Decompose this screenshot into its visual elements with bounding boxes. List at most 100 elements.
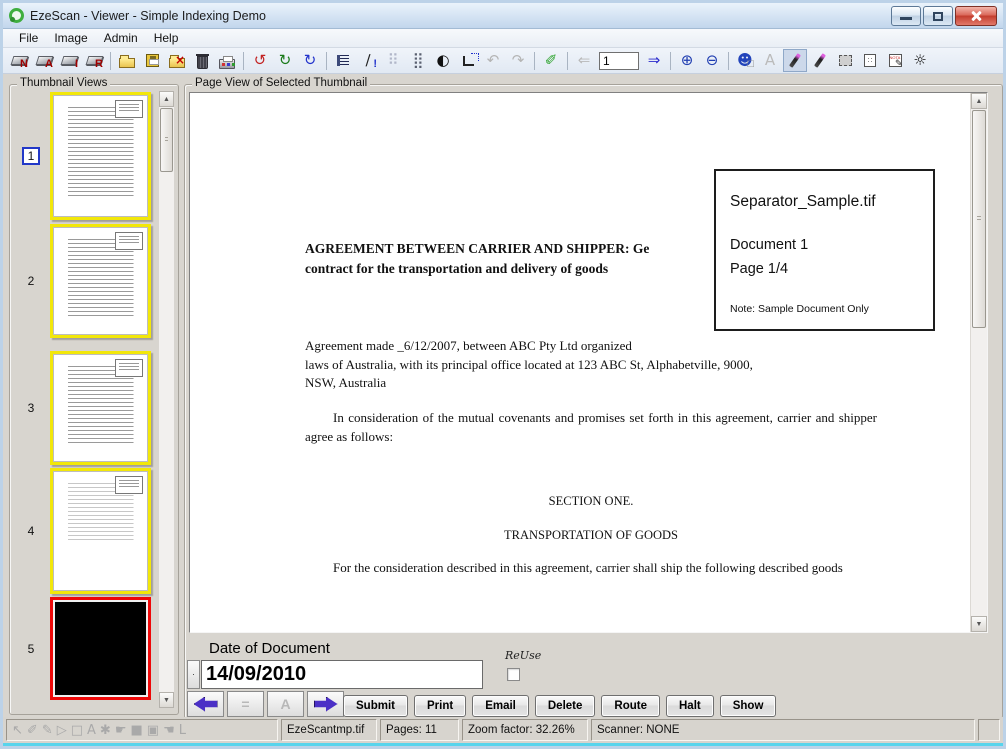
page-scroll-down-icon[interactable]: ▼ (971, 616, 987, 632)
field-nav-buttons: =A (187, 691, 344, 717)
note-button[interactable] (858, 49, 882, 72)
thumbnail-3[interactable] (50, 351, 151, 465)
thumbnail-scrollbar[interactable]: ▲ ▼ (158, 90, 175, 709)
thumbnail-scrollbar-thumb[interactable] (160, 108, 173, 172)
text-annotation-icon: A (765, 53, 775, 68)
toolbar-separator (567, 52, 568, 70)
email-button[interactable]: Email (472, 695, 529, 717)
delete-page-button[interactable] (165, 49, 189, 72)
save-file-button[interactable] (140, 49, 164, 72)
page-scrollbar-thumb[interactable] (972, 110, 986, 328)
barcode-zones-button[interactable] (331, 49, 355, 72)
zoom-in-button[interactable]: ⊕ (675, 49, 699, 72)
thumbnail-content (62, 107, 140, 207)
menu-bar: File Image Admin Help (3, 29, 1003, 48)
invert-colors-button[interactable]: ◐ (431, 49, 455, 72)
scan-insert-button[interactable]: I (57, 49, 81, 72)
thumbnail-panel-title: Thumbnail Views (17, 77, 110, 89)
document-paragraph-2: In consideration of the mutual covenants… (305, 409, 877, 446)
print-button[interactable]: Print (414, 695, 466, 717)
scroll-up-icon[interactable]: ▲ (159, 91, 174, 107)
page-scrollbar[interactable]: ▲ ▼ (970, 93, 987, 632)
stamp-icon: ✱ (100, 723, 111, 738)
print-document-icon (219, 59, 235, 69)
page-number-input[interactable] (599, 52, 639, 70)
annotation-tool-tray: ↖✐✎▷□A✱☛■▣☚L (6, 719, 278, 741)
brightness-contrast-button[interactable]: ☼ (908, 49, 932, 72)
menu-file[interactable]: File (11, 30, 46, 46)
annotation-user-button[interactable]: ☻□ (733, 49, 757, 72)
status-filename: EzeScantmp.tif (281, 719, 377, 741)
document-heading: AGREEMENT BETWEEN CARRIER AND SHIPPER: G… (305, 239, 735, 279)
route-button[interactable]: Route (601, 695, 660, 717)
marker-black-button[interactable] (783, 49, 807, 72)
marker-white-button[interactable] (808, 49, 832, 72)
despeckle-light-button[interactable]: ⠿ (381, 49, 405, 72)
scan-new-button[interactable]: N (7, 49, 31, 72)
next-field-button[interactable] (307, 691, 344, 717)
scan-replace-overlay-icon: R (95, 59, 103, 70)
reuse-checkbox[interactable] (507, 668, 520, 681)
print-document-button[interactable] (215, 49, 239, 72)
thumbnail-2[interactable] (50, 224, 151, 338)
menu-image[interactable]: Image (46, 30, 95, 46)
cursor-icon: ↖ (12, 723, 23, 738)
submit-button[interactable]: Submit (343, 695, 408, 717)
date-field-label: Date of Document (209, 640, 330, 657)
next-page-button[interactable]: ⇒ (642, 49, 666, 72)
date-field-options-button[interactable]: · (187, 660, 200, 689)
crop-button[interactable] (456, 49, 480, 72)
select-region-button[interactable] (833, 49, 857, 72)
show-button[interactable]: Show (720, 695, 777, 717)
scan-append-button[interactable]: A (32, 49, 56, 72)
highlighter-button[interactable]: ✐ (539, 49, 563, 72)
menu-help[interactable]: Help (146, 30, 187, 46)
thumbnail-number-cell: 1 (12, 147, 50, 165)
thumbnail-row-1: 1 (12, 92, 158, 220)
brightness-contrast-icon: ☼ (913, 53, 926, 68)
thumbnail-5[interactable] (50, 597, 151, 700)
thumbnail-number-cell: 4 (12, 524, 50, 538)
action-buttons: Submit Print Email DeleteRoute Halt Show (343, 695, 776, 717)
delete-document-button[interactable] (190, 49, 214, 72)
zoom-in-icon: ⊕ (681, 53, 694, 68)
open-file-button[interactable] (115, 49, 139, 72)
maximize-button[interactable] (923, 6, 953, 26)
menu-admin[interactable]: Admin (96, 30, 146, 46)
rotate-right-icon: ↻ (279, 53, 292, 68)
thumbnail-separator-box (115, 359, 143, 377)
thumbnail-1[interactable] (50, 92, 151, 220)
separator-page: Page 1/4 (730, 261, 788, 277)
document-paragraph-3: For the consideration described in this … (305, 559, 877, 578)
thumbnail-number-3: 3 (28, 401, 35, 415)
filled-box-dot-icon: ▣ (147, 723, 159, 738)
previous-page-button: ⇐ (572, 49, 596, 72)
rotate-180-button[interactable]: ↻ (298, 49, 322, 72)
previous-field-button[interactable] (187, 691, 224, 717)
date-field-input[interactable] (201, 660, 483, 689)
line-tool-icon: L (179, 723, 186, 738)
scroll-down-icon[interactable]: ▼ (159, 692, 174, 708)
text-note-icon: A (87, 723, 96, 738)
thumbnail-4[interactable] (50, 468, 151, 594)
undo-button: ↶ (481, 49, 505, 72)
rotate-right-button[interactable]: ↻ (273, 49, 297, 72)
close-button[interactable] (955, 6, 997, 26)
minimize-button[interactable] (891, 6, 921, 26)
delete-button[interactable]: Delete (535, 695, 596, 717)
despeckle-light-icon: ⠿ (388, 53, 399, 68)
toolbar-separator (326, 52, 327, 70)
nota-stamp-button[interactable] (883, 49, 907, 72)
deskew-button[interactable]: ∕! (356, 49, 380, 72)
zoom-out-button[interactable]: ⊖ (700, 49, 724, 72)
status-zoom: Zoom factor: 32.26% (462, 719, 588, 741)
document-section-subheading: TRANSPORTATION OF GOODS (305, 528, 877, 543)
halt-button[interactable]: Halt (666, 695, 714, 717)
document-paragraph-1: Agreement made _6/12/2007, between ABC P… (305, 337, 905, 393)
page-scroll-up-icon[interactable]: ▲ (971, 93, 987, 109)
deskew-overlay-icon: ! (373, 59, 377, 70)
rotate-left-button[interactable]: ↺ (248, 49, 272, 72)
scan-replace-button[interactable]: R (82, 49, 106, 72)
scan-insert-overlay-icon: I (75, 59, 78, 70)
despeckle-button[interactable]: ⣿ (406, 49, 430, 72)
